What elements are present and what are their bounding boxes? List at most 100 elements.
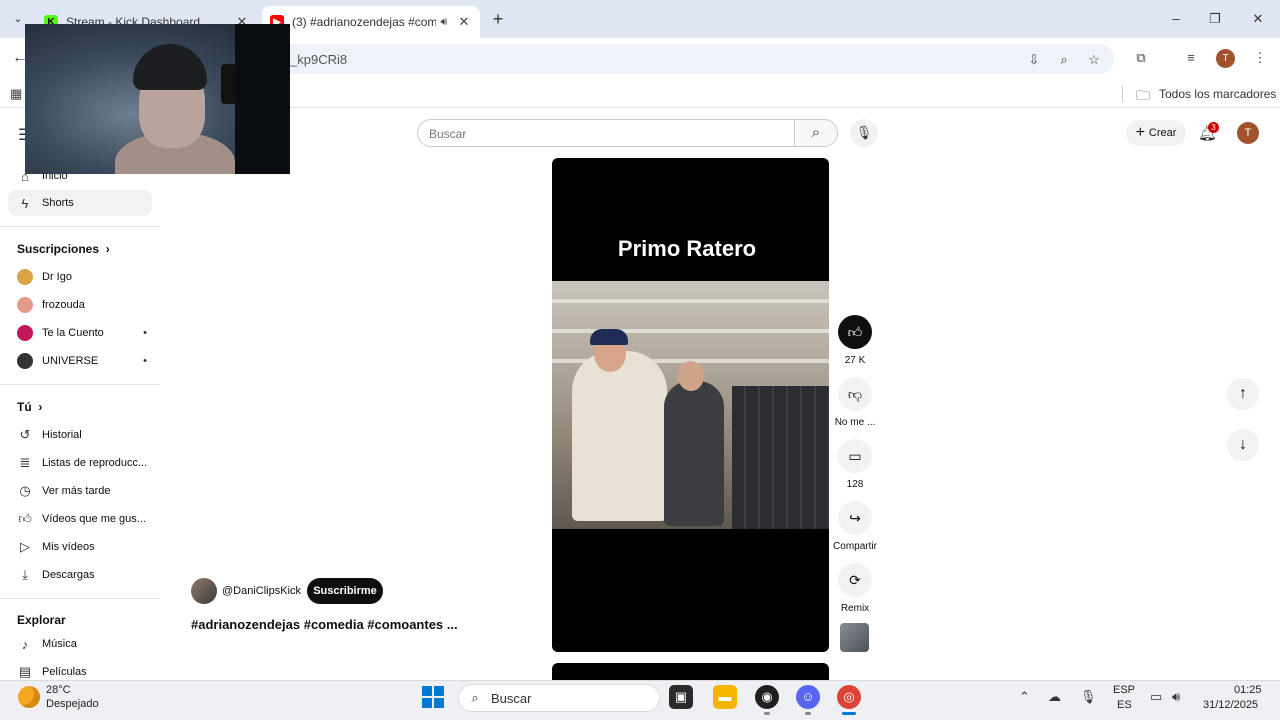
search-input[interactable]: Buscar <box>417 119 795 147</box>
comment-icon[interactable]: ▭ <box>838 439 872 473</box>
dislike-label: No me ... <box>834 417 876 428</box>
sidebar-item-universe[interactable]: UNIVERSE • <box>8 348 152 374</box>
new-content-dot: • <box>143 355 147 367</box>
weather-description[interactable]: Despejado <box>46 698 99 710</box>
sidebar-item-label: Ver más tarde <box>42 485 111 497</box>
tab-youtube-short[interactable]: ▶ (3) #adrianozendejas #comedia #comoant… <box>262 6 480 38</box>
subscribe-button[interactable]: Suscribirme <box>307 578 383 604</box>
sidebar-item-music[interactable]: ♪ Música <box>8 631 152 657</box>
comments-action[interactable]: ▭ 128 <box>833 439 877 490</box>
install-app-icon[interactable]: ⇩ <box>1026 52 1042 68</box>
share-icon[interactable]: ↪ <box>838 501 872 535</box>
language-indicator[interactable]: ESP <box>1113 684 1135 696</box>
microphone-icon[interactable]: 🎙︎ <box>850 119 878 147</box>
plus-icon: + <box>1135 124 1145 141</box>
profile-avatar[interactable]: T <box>1216 49 1235 68</box>
sidebar-item-movies[interactable]: ▤ Películas <box>8 659 152 680</box>
video-icon: ▷ <box>20 539 30 554</box>
share-action[interactable]: ↪ Compartir <box>833 501 877 552</box>
sidebar-item-playlists[interactable]: ≣ Listas de reproducc... <box>8 450 152 476</box>
sidebar-item-label: Te la Cuento <box>42 327 104 339</box>
discord-icon[interactable]: ☺ <box>796 685 820 709</box>
like-action[interactable]: 👍︎ 27 K <box>833 315 877 366</box>
extensions-icon[interactable]: ⧉ <box>1132 49 1150 67</box>
sidebar-item-label: Películas <box>42 666 87 678</box>
windows-start-icon[interactable] <box>422 686 444 708</box>
bookmarks-divider <box>1122 86 1123 102</box>
thumbs-down-icon[interactable]: 👎︎ <box>838 377 872 411</box>
you-heading[interactable]: Tú › <box>17 400 42 414</box>
all-bookmarks-link[interactable]: Todos los marcadores <box>1159 87 1276 101</box>
clock-time[interactable]: 01:25 <box>1234 684 1262 696</box>
sidebar-divider <box>0 384 160 385</box>
video-description[interactable]: #adrianozendejas #comedia #comoantes ... <box>191 617 458 632</box>
sidebar-item-downloads[interactable]: ⤓ Descargas <box>8 562 152 588</box>
close-window-icon[interactable]: ✕ <box>1248 9 1268 29</box>
apps-grid-icon[interactable]: ▦ <box>10 86 22 102</box>
obs-studio-icon[interactable]: ◉ <box>755 685 779 709</box>
subscriptions-heading[interactable]: Suscripciones › <box>17 242 110 256</box>
remix-icon[interactable]: ⟳ <box>838 563 872 597</box>
sidebar-divider <box>0 226 160 227</box>
channel-avatar[interactable] <box>191 578 217 604</box>
sidebar-item-frozouda[interactable]: frozouda <box>8 292 152 318</box>
sidebar-item-label: UNIVERSE <box>42 355 99 367</box>
media-controls-icon[interactable]: ≡ <box>1182 49 1200 67</box>
channel-avatar <box>17 269 33 285</box>
youtube-sidebar: ⌂ Inicio ϟ Shorts Suscripciones › Dr Igo… <box>0 160 160 680</box>
close-tab-icon[interactable]: ✕ <box>456 14 472 30</box>
clock-date[interactable]: 31/12/2025 <box>1203 699 1258 711</box>
moon-weather-icon[interactable] <box>18 686 40 708</box>
short-video-player[interactable]: Primo Ratero <box>552 158 829 652</box>
previous-short-arrow-up-icon[interactable]: ↑ <box>1227 378 1259 410</box>
channel-avatar <box>17 325 33 341</box>
dislike-action[interactable]: 👎︎ No me ... <box>833 377 877 428</box>
network-icon[interactable]: ▭ <box>1150 689 1162 705</box>
file-explorer-icon[interactable]: ▬ <box>713 685 737 709</box>
restore-icon[interactable]: ❐ <box>1205 9 1225 29</box>
sidebar-item-watch-later[interactable]: ◷ Ver más tarde <box>8 478 152 504</box>
create-button[interactable]: + Crear <box>1126 120 1186 146</box>
chevron-up-icon[interactable]: ⌃ <box>1019 689 1030 705</box>
volume-icon[interactable]: 🔊︎ <box>1172 689 1180 705</box>
playlist-icon: ≣ <box>19 455 31 470</box>
running-app-indicator <box>805 712 811 715</box>
chrome-icon[interactable]: ◎ <box>837 685 861 709</box>
search-icon[interactable]: ⌕ <box>794 119 838 147</box>
weather-temperature[interactable]: 28°C <box>46 684 71 696</box>
taskbar-search[interactable]: ⌕ Buscar <box>458 684 660 712</box>
sound-thumbnail[interactable] <box>840 623 869 652</box>
more-menu-icon[interactable]: ⋮ <box>1251 49 1269 67</box>
youtube-avatar[interactable]: T <box>1237 122 1259 144</box>
channel-name[interactable]: @DaniClipsKick <box>222 585 301 597</box>
notification-badge: 3 <box>1208 122 1219 133</box>
task-view-icon[interactable]: ▣ <box>669 685 693 709</box>
sidebar-item-liked-videos[interactable]: 👍︎ Vídeos que me gus... <box>8 506 152 532</box>
thumbs-up-icon: 👍︎ <box>18 511 32 526</box>
explore-heading: Explorar <box>17 613 66 627</box>
store-shelf <box>552 299 829 303</box>
sidebar-item-my-videos[interactable]: ▷ Mis vídeos <box>8 534 152 560</box>
remix-label: Remix <box>840 603 870 614</box>
microphone-icon[interactable]: 🎙︎ <box>1080 689 1097 705</box>
webcam-dark-background <box>235 24 290 174</box>
remix-action[interactable]: ⟳ Remix <box>833 563 877 614</box>
sidebar-item-te-la-cuento[interactable]: Te la Cuento • <box>8 320 152 346</box>
next-short-arrow-down-icon[interactable]: ↓ <box>1227 429 1259 461</box>
sidebar-item-shorts[interactable]: ϟ Shorts <box>8 190 152 216</box>
bookmark-star-icon[interactable]: ☆ <box>1086 52 1102 68</box>
cloud-icon[interactable]: ☁ <box>1048 689 1061 705</box>
keyboard-layout-indicator[interactable]: ES <box>1117 699 1132 711</box>
thumbs-up-icon[interactable]: 👍︎ <box>838 315 872 349</box>
clothing-rack <box>732 386 829 529</box>
new-tab-icon[interactable]: + <box>488 9 508 29</box>
minimize-icon[interactable]: – <box>1166 9 1186 29</box>
zoom-icon[interactable]: ⌕ <box>1056 52 1072 68</box>
folder-icon[interactable]: 🗀︎ <box>1136 85 1150 109</box>
sidebar-item-historial[interactable]: ↺ Historial <box>8 422 152 448</box>
music-icon: ♪ <box>21 636 29 652</box>
sidebar-item-dr-igo[interactable]: Dr Igo <box>8 264 152 290</box>
speaker-icon[interactable]: 🔊︎ <box>436 16 452 29</box>
next-short-preview[interactable] <box>552 663 829 680</box>
sidebar-item-label: Shorts <box>42 197 74 209</box>
